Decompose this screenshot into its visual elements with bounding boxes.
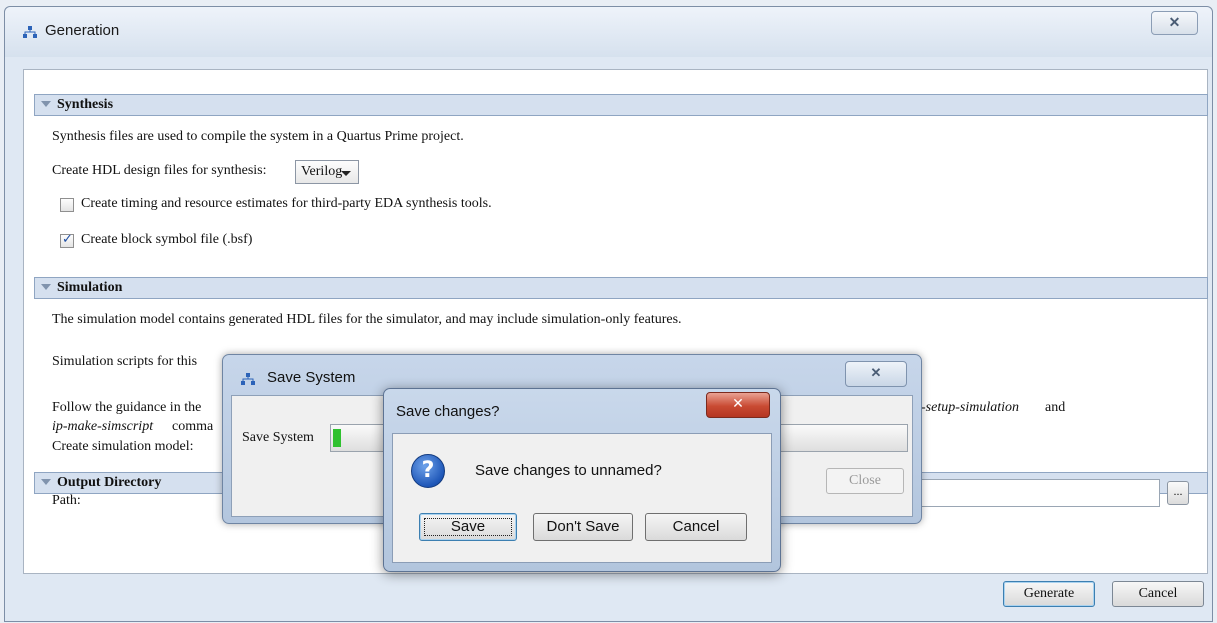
cancel-save-button[interactable]: Cancel: [645, 513, 747, 541]
make-simscript-command: ip-make-simscript: [52, 419, 154, 434]
chevron-down-icon: [341, 171, 351, 176]
focus-ring: [424, 518, 512, 536]
question-icon: ?: [411, 454, 445, 488]
dont-save-button[interactable]: Don't Save: [533, 513, 633, 541]
save-changes-title: Save changes?: [396, 403, 500, 420]
hdl-label: Create HDL design files for synthesis:: [52, 163, 267, 178]
synthesis-header-label: Synthesis: [57, 97, 114, 112]
simulation-scripts-text: Simulation scripts for this: [52, 354, 198, 369]
block-symbol-label: Create block symbol file (.bsf): [81, 232, 253, 247]
window-close-button[interactable]: ✕: [1151, 11, 1198, 35]
save-system-close-icon-button[interactable]: ✕: [845, 361, 907, 387]
save-system-title: Save System: [267, 369, 356, 386]
guidance-and-text: and: [1045, 400, 1066, 415]
save-changes-dialog: Save changes? ✕ ? Save changes to unname…: [383, 388, 781, 572]
window-title: Generation: [45, 22, 120, 39]
title-bar: Generation ✕: [5, 7, 1212, 57]
simulation-model-label: Create simulation model:: [52, 439, 194, 454]
simulation-header-label: Simulation: [57, 280, 123, 295]
checkmark-icon: ✓: [62, 232, 73, 247]
generate-button[interactable]: Generate: [1003, 581, 1095, 607]
save-progress-fill: [333, 429, 341, 447]
timing-estimates-checkbox[interactable]: [60, 198, 74, 212]
setup-simulation-command: -setup-simulation: [921, 400, 1019, 415]
timing-estimates-label: Create timing and resource estimates for…: [81, 196, 492, 211]
save-system-close-button[interactable]: Close: [826, 468, 904, 494]
save-system-label: Save System: [242, 430, 314, 445]
cancel-button[interactable]: Cancel: [1112, 581, 1204, 607]
save-changes-message: Save changes to unnamed?: [475, 462, 662, 479]
make-simscript-tail: comma: [172, 419, 214, 434]
collapse-triangle-icon: [41, 479, 51, 485]
save-button[interactable]: Save: [419, 513, 517, 541]
simulation-section-header[interactable]: Simulation: [34, 277, 1208, 299]
synthesis-description: Synthesis files are used to compile the …: [52, 129, 464, 144]
collapse-triangle-icon: [41, 284, 51, 290]
path-label: Path:: [52, 493, 81, 508]
simulation-description: The simulation model contains generated …: [52, 312, 682, 327]
app-network-icon: [241, 373, 255, 385]
browse-button[interactable]: ...: [1167, 481, 1189, 505]
output-directory-header-label: Output Directory: [57, 475, 162, 490]
hdl-language-value: Verilog: [301, 164, 343, 179]
block-symbol-checkbox[interactable]: ✓: [60, 232, 74, 248]
save-changes-close-button[interactable]: ✕: [706, 392, 770, 418]
collapse-triangle-icon: [41, 101, 51, 107]
hdl-language-select[interactable]: Verilog: [295, 160, 359, 184]
simulation-guidance-text: Follow the guidance in the: [52, 400, 202, 415]
synthesis-section-header[interactable]: Synthesis: [34, 94, 1208, 116]
app-network-icon: [23, 26, 37, 38]
save-changes-body: ? Save changes to unnamed? Save Don't Sa…: [392, 433, 772, 563]
